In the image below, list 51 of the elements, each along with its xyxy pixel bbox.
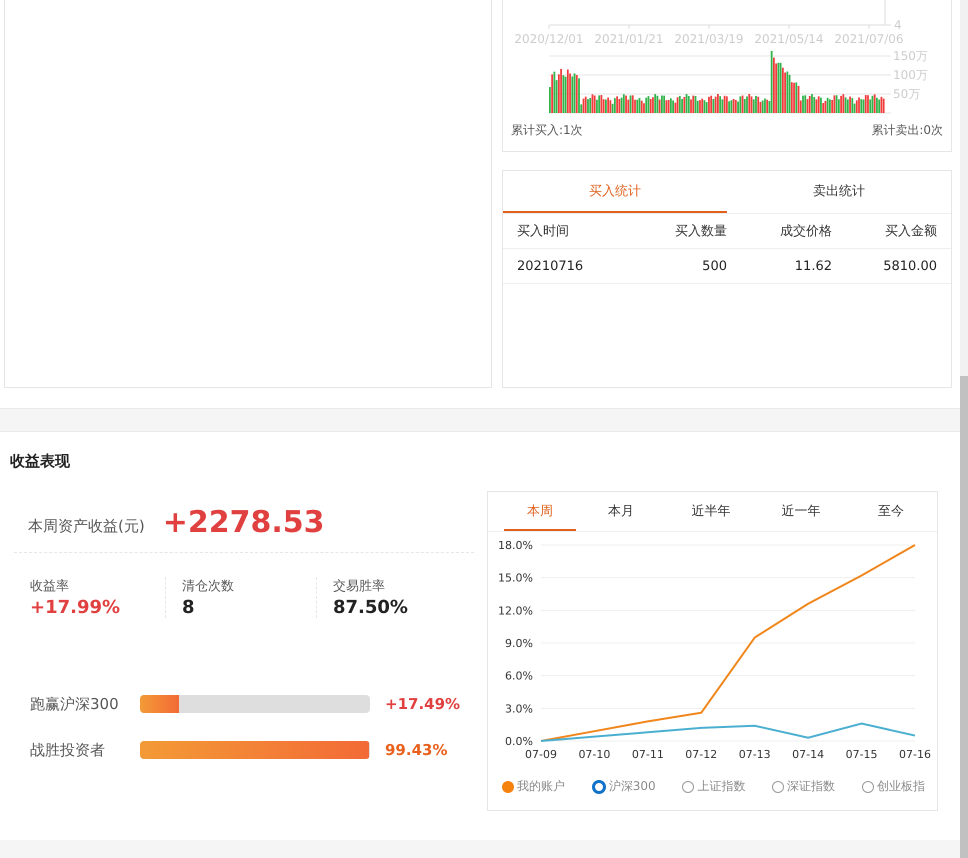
axis-label: 07-14 (792, 748, 824, 761)
axis-label: 15.0% (498, 572, 533, 585)
axis-label: 07-12 (685, 748, 718, 761)
bar-value: +17.49% (385, 695, 460, 713)
axis-label: 07-11 (632, 748, 664, 761)
column-header: 买入时间 (517, 223, 570, 240)
axis-label: 07-10 (578, 748, 610, 761)
scrollbar[interactable] (960, 0, 968, 858)
column-header: 买入金额 (884, 223, 937, 240)
column-header: 买入数量 (674, 223, 727, 240)
period-tab[interactable]: 近一年 (756, 492, 846, 531)
legend-item[interactable]: 创业板指 (862, 778, 925, 795)
stat-label: 清仓次数 (182, 578, 235, 595)
period-tab[interactable]: 本月 (576, 492, 666, 531)
axis-label: 07-16 (899, 748, 931, 761)
tab[interactable]: 买入统计 (503, 171, 727, 213)
legend-item[interactable]: 沪深300 (592, 778, 656, 795)
section-title: 收益表现 (9, 451, 71, 471)
bar-label: 战胜投资者 (30, 740, 106, 760)
buy-count: 累计买入:1次 (511, 122, 583, 139)
period-tab[interactable]: 本周 (504, 492, 576, 531)
table-cell-text: 20210716 (517, 258, 584, 274)
axis-label: 6.0% (505, 670, 533, 683)
axis-label: 18.0% (498, 539, 533, 552)
bar-label: 跑赢沪深300 (30, 694, 120, 714)
stat-label: 收益率 (30, 578, 70, 595)
axis-label: 12.0% (498, 604, 533, 618)
bar-value: 99.43% (385, 741, 448, 759)
axis-label: 07-15 (846, 748, 878, 761)
stat-label: 交易胜率 (333, 578, 386, 595)
table-cell-text: 5810.00 (882, 258, 937, 274)
table-cell-text: 500 (701, 258, 727, 274)
legend-item[interactable]: 深证指数 (772, 778, 836, 795)
profit-value: +2278.53 (162, 505, 324, 540)
period-tab[interactable]: 至今 (846, 492, 936, 531)
axis-label: 07-13 (738, 748, 771, 761)
sell-count: 累计卖出:0次 (871, 122, 943, 139)
tab[interactable]: 卖出统计 (727, 171, 951, 213)
stat-value: 87.50% (333, 597, 409, 618)
profit-label: 本周资产收益(元) (28, 516, 145, 536)
column-header: 成交价格 (779, 223, 832, 240)
legend-item[interactable]: 我的账户 (502, 778, 565, 795)
axis-label: 3.0% (505, 702, 533, 716)
table-cell-text: 11.62 (794, 258, 832, 274)
axis-label: 07-09 (525, 748, 557, 761)
stat-value: 8 (182, 597, 196, 618)
stat-value: +17.99% (30, 597, 122, 618)
axis-label: 0.0% (505, 735, 533, 748)
legend-item[interactable]: 上证指数 (682, 778, 746, 795)
axis-label: 9.0% (505, 637, 533, 650)
period-tab[interactable]: 近半年 (666, 492, 756, 531)
